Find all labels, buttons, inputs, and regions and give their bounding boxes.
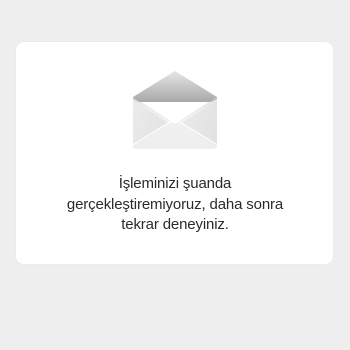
envelope-icon — [129, 69, 221, 151]
error-message-line-1: İşleminizi şuanda — [118, 175, 232, 192]
screen: İşleminizi şuanda gerçekleştiremiyoruz, … — [0, 0, 350, 350]
error-message: İşleminizi şuanda gerçekleştiremiyoruz, … — [0, 174, 350, 236]
error-message-line-3: tekrar deneyiniz. — [121, 216, 229, 233]
error-message-line-2: gerçekleştiremiyoruz, daha sonra — [66, 195, 284, 213]
